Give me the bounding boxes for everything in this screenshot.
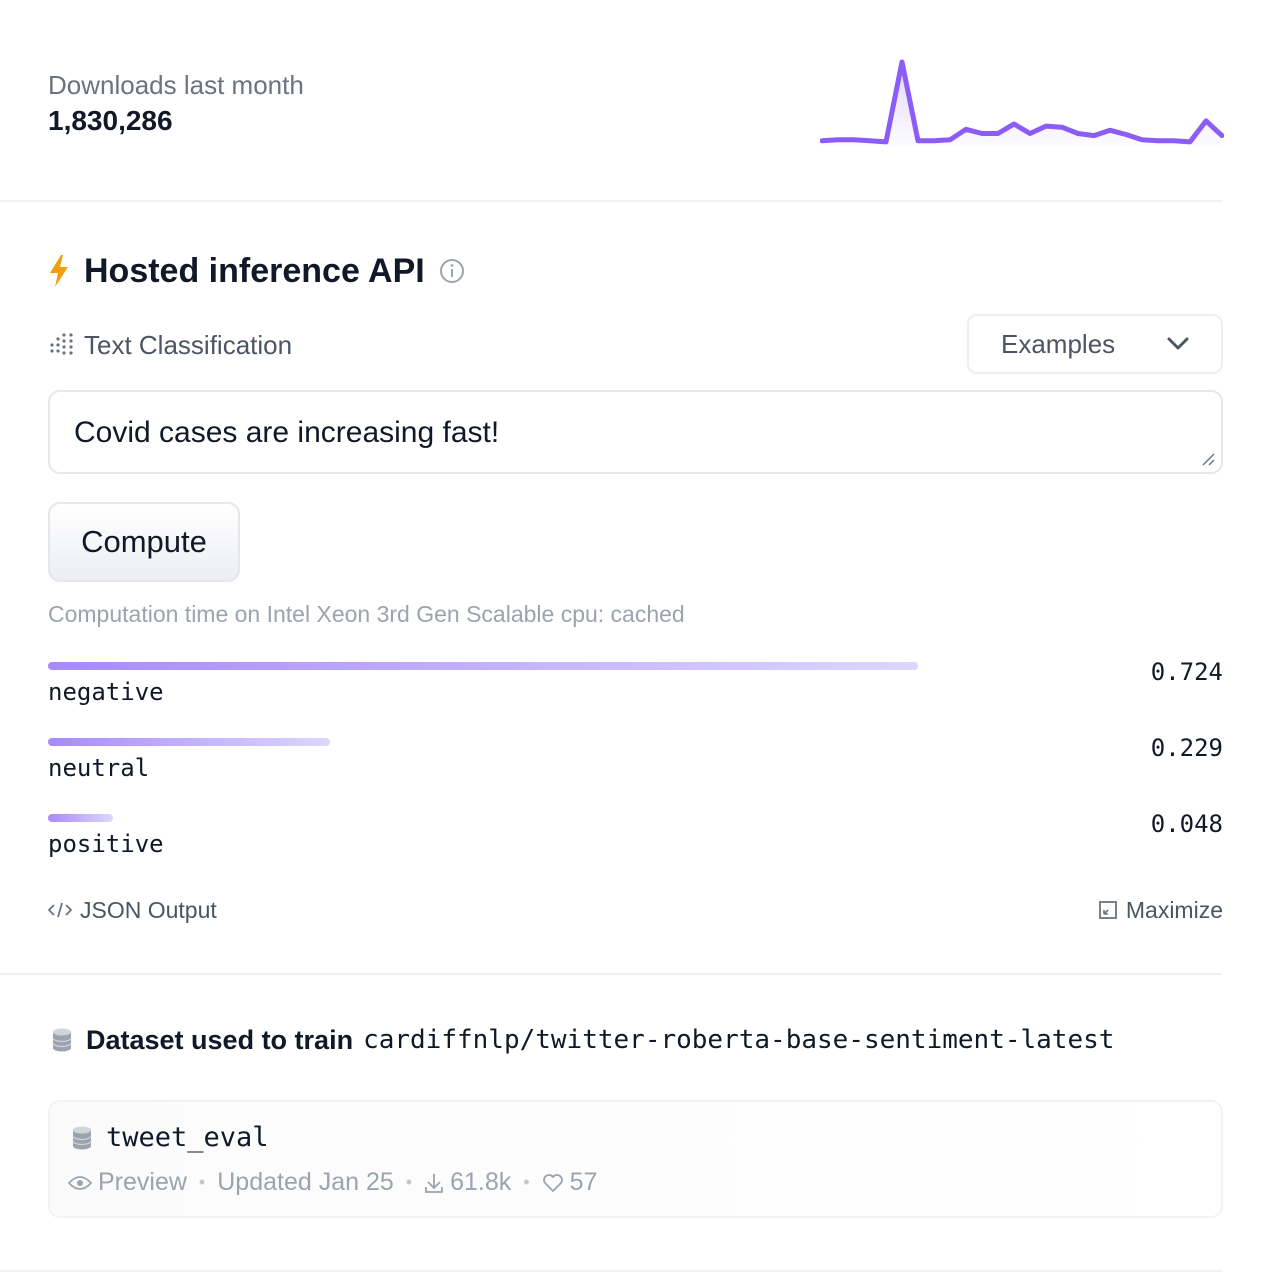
model-name: cardiffnlp/twitter-roberta-base-sentimen… xyxy=(363,1025,1115,1055)
inference-header: Hosted inference API xyxy=(48,248,465,294)
computation-time: Computation time on Intel Xeon 3rd Gen S… xyxy=(48,601,685,627)
resize-handle-icon[interactable] xyxy=(1201,452,1215,466)
result-score: 0.048 xyxy=(1150,810,1223,838)
score-bar xyxy=(48,662,918,670)
code-icon xyxy=(48,902,72,918)
json-output-label: JSON Output xyxy=(80,896,217,923)
result-row-positive: positive 0.048 xyxy=(48,810,1223,874)
result-label: neutral xyxy=(48,754,150,782)
examples-dropdown[interactable]: Examples xyxy=(967,314,1223,374)
downloads-stats: Downloads last month 1,830,286 xyxy=(48,68,304,140)
sparkline-area xyxy=(822,62,1222,146)
dataset-title: Dataset used to train xyxy=(86,1024,354,1055)
task-type: Text Classification xyxy=(48,326,292,364)
compute-button[interactable]: Compute xyxy=(48,502,240,582)
task-label: Text Classification xyxy=(84,329,293,360)
result-row-neutral: neutral 0.229 xyxy=(48,734,1223,798)
dataset-meta: Preview • Updated Jan 25 • 61.8k • 57 xyxy=(68,1168,597,1197)
database-icon xyxy=(72,1126,92,1149)
like-count: 57 xyxy=(569,1168,598,1196)
section-divider xyxy=(0,200,1222,202)
examples-label: Examples xyxy=(1001,328,1116,359)
chevron-down-icon xyxy=(1167,337,1189,350)
result-score: 0.724 xyxy=(1150,658,1223,686)
result-score: 0.229 xyxy=(1150,734,1223,762)
downloads-count: 1,830,286 xyxy=(48,105,173,136)
result-label: negative xyxy=(48,678,164,706)
eye-icon xyxy=(68,1175,92,1190)
result-row-negative: negative 0.724 xyxy=(48,658,1223,722)
dataset-card[interactable]: tweet_eval Preview • Updated Jan 25 • 61… xyxy=(48,1100,1223,1218)
score-bar xyxy=(48,814,113,822)
lightning-icon xyxy=(50,255,68,287)
maximize-icon xyxy=(1098,901,1117,919)
inference-title: Hosted inference API xyxy=(84,251,425,290)
updated-date: Updated Jan 25 xyxy=(217,1168,394,1196)
json-output-link[interactable]: JSON Output xyxy=(48,894,217,926)
downloads-sparkline xyxy=(820,59,1224,146)
inference-input-value: Covid cases are increasing fast! xyxy=(74,416,500,449)
maximize-button[interactable]: Maximize xyxy=(1098,894,1223,926)
download-count: 61.8k xyxy=(450,1168,512,1196)
separator-dot: • xyxy=(405,1172,413,1192)
separator-dot: • xyxy=(523,1172,530,1192)
dataset-header: Dataset used to train cardiffnlp/twitter… xyxy=(52,1020,1114,1060)
inference-input[interactable]: Covid cases are increasing fast! xyxy=(48,390,1223,474)
sparkline-line xyxy=(820,59,1224,145)
preview-label[interactable]: Preview xyxy=(98,1168,187,1197)
score-bar xyxy=(48,738,330,746)
downloads-label: Downloads last month xyxy=(48,70,304,100)
info-icon[interactable] xyxy=(439,258,465,284)
maximize-label: Maximize xyxy=(1125,896,1223,923)
download-icon xyxy=(425,1173,443,1193)
separator-dot: • xyxy=(198,1172,206,1192)
section-divider xyxy=(0,973,1222,975)
dataset-name[interactable]: tweet_eval xyxy=(106,1122,269,1153)
database-icon xyxy=(52,1028,72,1052)
result-label: positive xyxy=(48,830,164,858)
heart-icon xyxy=(542,1173,563,1192)
text-classification-icon xyxy=(50,333,73,355)
dataset-name-row: tweet_eval xyxy=(72,1122,269,1153)
section-divider xyxy=(0,1270,1222,1272)
